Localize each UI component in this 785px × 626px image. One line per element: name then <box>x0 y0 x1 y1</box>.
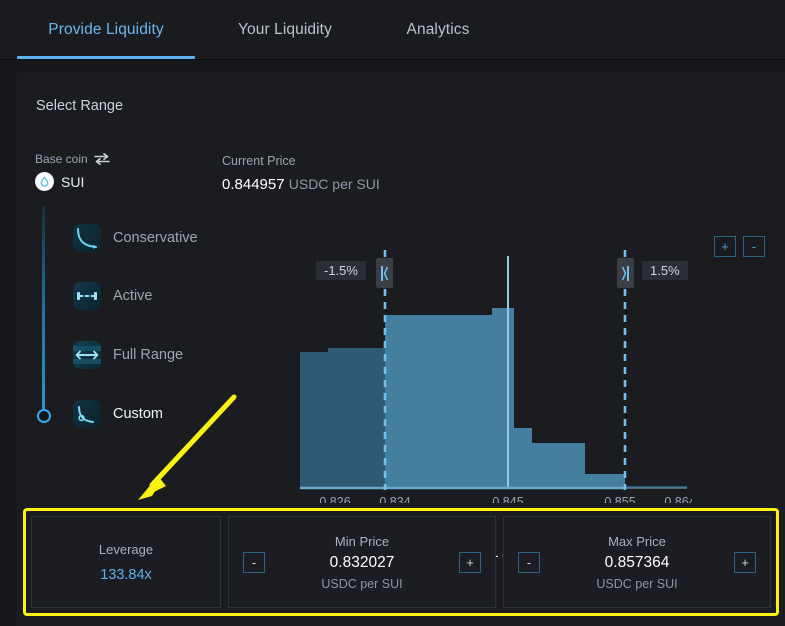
tab-analytics-label: Analytics <box>407 21 470 39</box>
range-right-percent-badge: 1.5% <box>642 261 688 280</box>
preset-active-label: Active <box>113 288 153 304</box>
tab-provide-liquidity[interactable]: Provide Liquidity <box>17 0 195 60</box>
x-axis-tick-label: 0.845 <box>492 495 523 503</box>
active-range-icon <box>73 282 101 310</box>
histogram-bar <box>532 443 585 488</box>
chart-zoom-out-button[interactable]: - <box>743 236 765 257</box>
current-price-unit: USDC per SUI <box>289 176 380 192</box>
custom-range-icon <box>73 400 101 428</box>
min-price-title: Min Price <box>335 534 389 549</box>
base-coin-label: Base coin <box>35 152 88 166</box>
preset-full-range-label: Full Range <box>113 347 183 363</box>
x-axis-tick-label: 0.826 <box>319 495 350 503</box>
preset-custom-label: Custom <box>113 406 163 422</box>
select-range-card: Select Range Base coin SUI <box>17 73 785 626</box>
max-price-title: Max Price <box>608 534 666 549</box>
full-range-icon <box>73 341 101 369</box>
histogram-bar <box>514 428 532 488</box>
range-preset-knob[interactable] <box>37 409 51 423</box>
tab-analytics[interactable]: Analytics <box>373 0 503 60</box>
chart-zoom-controls: + - <box>714 236 765 257</box>
page-title: Select Range <box>36 98 123 114</box>
x-axis-tick-label: 0.855 <box>604 495 635 503</box>
range-preset-track[interactable] <box>42 206 45 420</box>
preset-conservative-label: Conservative <box>113 230 198 246</box>
tab-bar-divider <box>0 59 785 60</box>
preset-active[interactable]: Active <box>73 282 153 310</box>
leverage-panel: Leverage 133.84x <box>31 516 221 608</box>
max-price-panel: - Max Price 0.857364 USDC per SUI + <box>503 516 771 608</box>
swap-arrows-icon[interactable] <box>94 153 110 165</box>
base-coin-symbol: SUI <box>61 174 84 190</box>
max-price-increment-button[interactable]: + <box>734 552 756 573</box>
preset-custom[interactable]: Custom <box>73 400 163 428</box>
range-left-percent-badge: -1.5% <box>316 261 366 280</box>
preset-conservative[interactable]: Conservative <box>73 224 198 252</box>
base-coin-value[interactable]: SUI <box>35 172 84 191</box>
x-axis-tick-label: 0.864 <box>664 495 692 503</box>
leverage-price-highlight-box: Leverage 133.84x - Min Price 0.832027 US… <box>23 508 779 616</box>
range-handle-left-icon[interactable] <box>376 258 393 288</box>
min-price-panel: - Min Price 0.832027 USDC per SUI + <box>228 516 496 608</box>
conservative-curve-icon <box>73 224 101 252</box>
tab-bar: Provide Liquidity Your Liquidity Analyti… <box>0 0 785 60</box>
histogram-bar <box>492 308 514 488</box>
min-price-increment-button[interactable]: + <box>459 552 481 573</box>
provide-liquidity-screen: Provide Liquidity Your Liquidity Analyti… <box>0 0 785 626</box>
current-price-value: 0.844957 <box>222 176 285 193</box>
max-price-value[interactable]: 0.857364 <box>605 554 670 572</box>
histogram-bar <box>300 352 328 488</box>
min-price-decrement-button[interactable]: - <box>243 552 265 573</box>
liquidity-histogram-chart[interactable]: 0.826 0.834 0.845 0.855 0.864 -1.5% 1.5% <box>295 244 692 503</box>
chart-zoom-in-button[interactable]: + <box>714 236 736 257</box>
x-axis-tick-label: 0.834 <box>379 495 410 503</box>
histogram-bar <box>585 474 625 488</box>
min-price-unit: USDC per SUI <box>321 577 402 591</box>
leverage-value: 133.84x <box>100 567 152 583</box>
preset-full-range[interactable]: Full Range <box>73 341 183 369</box>
min-price-value[interactable]: 0.832027 <box>330 554 395 572</box>
max-price-unit: USDC per SUI <box>596 577 677 591</box>
tab-provide-liquidity-label: Provide Liquidity <box>48 21 163 39</box>
max-price-decrement-button[interactable]: - <box>518 552 540 573</box>
sui-droplet-icon <box>35 172 54 191</box>
histogram-bar <box>385 315 492 488</box>
range-handle-right-icon[interactable] <box>617 258 634 288</box>
current-price-row: 0.844957 USDC per SUI <box>222 176 380 193</box>
tab-your-liquidity[interactable]: Your Liquidity <box>205 0 365 60</box>
tab-your-liquidity-label: Your Liquidity <box>238 21 332 39</box>
base-coin-label-row: Base coin <box>35 152 110 166</box>
current-price-label: Current Price <box>222 154 296 168</box>
leverage-label: Leverage <box>99 542 153 557</box>
histogram-bar <box>328 348 385 488</box>
